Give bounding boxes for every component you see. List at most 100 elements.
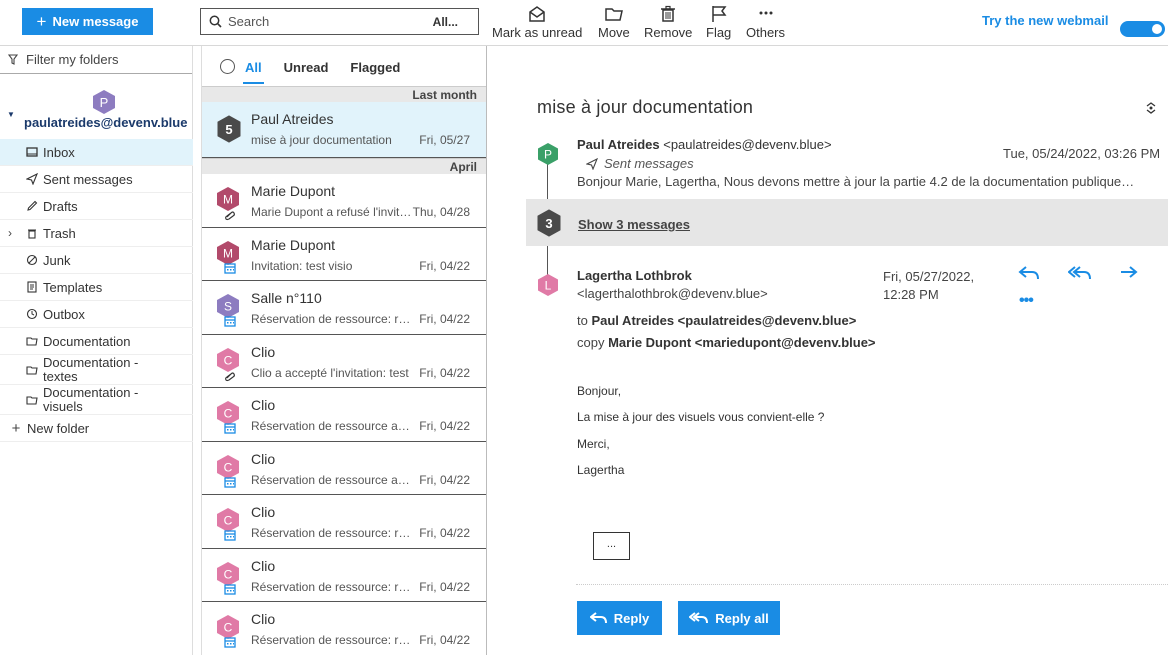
select-all-checkbox[interactable] bbox=[220, 58, 235, 74]
flag-button[interactable]: Flag bbox=[706, 4, 731, 40]
move-label: Move bbox=[598, 25, 630, 40]
group-header: April bbox=[202, 158, 486, 174]
reply-all-button[interactable]: Reply all bbox=[678, 601, 780, 635]
folder-label: Junk bbox=[43, 252, 71, 268]
reply-all-label: Reply all bbox=[715, 610, 769, 626]
new-message-label: New message bbox=[52, 14, 139, 29]
reply-icon[interactable] bbox=[1018, 264, 1040, 282]
others-button[interactable]: Others bbox=[746, 4, 785, 40]
folder-drafts[interactable]: Drafts bbox=[0, 193, 193, 220]
flag-icon bbox=[711, 6, 727, 22]
collapsed-count-badge: 3 bbox=[537, 209, 561, 237]
sender-name[interactable]: Lagertha Lothbrok bbox=[577, 268, 692, 283]
message-sender: Marie Dupont bbox=[251, 236, 336, 253]
new-message-button[interactable]: + New message bbox=[22, 8, 153, 35]
folder-documentation[interactable]: Documentation bbox=[0, 328, 193, 355]
conversation-row-selected[interactable]: 5 Paul Atreides mise à jour documentatio… bbox=[202, 102, 486, 158]
folder-documentation-textes[interactable]: Documentation - textes bbox=[0, 355, 193, 385]
account-collapse-caret[interactable]: ▼ bbox=[7, 110, 15, 119]
reading-pane: mise à jour documentation P Paul Atreide… bbox=[488, 46, 1168, 655]
folder-templates[interactable]: Templates bbox=[0, 274, 193, 301]
folder-junk[interactable]: Junk bbox=[0, 247, 193, 274]
message-date: Fri, 04/22 bbox=[416, 579, 470, 594]
sender-initial: C bbox=[224, 567, 233, 581]
clock-icon bbox=[26, 308, 38, 320]
message-row[interactable]: C Clio Réservation de ressource: réunionFr… bbox=[202, 495, 486, 549]
cc-value[interactable]: Marie Dupont <mariedupont@devenv.blue> bbox=[608, 335, 875, 350]
more-actions-icon[interactable]: ••• bbox=[1019, 292, 1034, 310]
toggle-knob bbox=[1152, 24, 1162, 34]
search-box[interactable]: All... bbox=[200, 8, 479, 35]
folder-inbox[interactable]: Inbox bbox=[0, 139, 193, 166]
message-row[interactable]: C Clio Réservation de ressource: réunionFr… bbox=[202, 602, 486, 655]
message-header-from[interactable]: Paul Atreides <paulatreides@devenv.blue> bbox=[577, 137, 832, 152]
message-row[interactable]: C Clio Réservation de ressource acceptéeFr… bbox=[202, 441, 486, 495]
message-rows: M Marie Dupont Marie Dupont a refusé l'inv… bbox=[202, 174, 486, 655]
tab-flagged[interactable]: Flagged bbox=[350, 58, 400, 75]
message-row[interactable]: C Clio Clio a accepté l'invitation: test Fr… bbox=[202, 334, 486, 388]
folder-sent[interactable]: Sent messages bbox=[0, 166, 193, 193]
sender-initial: C bbox=[224, 514, 233, 528]
reply-button[interactable]: Reply bbox=[577, 601, 662, 635]
trash-icon bbox=[661, 5, 676, 22]
others-label: Others bbox=[746, 25, 786, 40]
tab-all[interactable]: All bbox=[243, 58, 264, 84]
reply-all-icon[interactable] bbox=[1068, 264, 1092, 282]
search-input[interactable] bbox=[228, 14, 418, 29]
calendar-icon bbox=[224, 583, 236, 595]
sender-initial: C bbox=[224, 460, 233, 474]
folder-label: Trash bbox=[43, 225, 76, 241]
account-email[interactable]: paulatreides@devenv.blue bbox=[24, 115, 187, 130]
body-line: Bonjour, bbox=[577, 384, 622, 398]
message-row[interactable]: C Clio Réservation de ressource: réunionFr… bbox=[202, 548, 486, 602]
message-date: Fri, 04/22 bbox=[416, 633, 470, 647]
collapsed-messages-bar[interactable]: 3 Show 3 messages bbox=[526, 199, 1168, 246]
show-messages-link[interactable]: Show 3 messages bbox=[578, 217, 690, 232]
message-row[interactable]: S Salle n°110 Réservation de ressource: ré… bbox=[202, 281, 486, 335]
mark-unread-button[interactable]: Mark as unread bbox=[492, 4, 582, 40]
message-sender: Marie Dupont bbox=[251, 183, 336, 199]
folder-trash[interactable]: › Trash bbox=[0, 220, 193, 247]
message-sender: Clio bbox=[251, 450, 276, 467]
message-date: Fri, 04/22 bbox=[416, 472, 470, 487]
sender-initial: P bbox=[544, 148, 552, 162]
message-date: Thu, 04/28 bbox=[409, 205, 470, 219]
forward-icon[interactable] bbox=[1119, 264, 1139, 282]
reply-icon bbox=[589, 612, 607, 624]
remove-button[interactable]: Remove bbox=[644, 4, 692, 40]
message-date: Fri, 05/27 bbox=[416, 133, 470, 147]
account-initial: P bbox=[100, 95, 109, 110]
folder-label: Templates bbox=[43, 279, 103, 295]
search-scope-dropdown[interactable]: All... bbox=[433, 15, 458, 29]
folder-documentation-visuels[interactable]: Documentation - visuels bbox=[0, 385, 193, 415]
tab-unread[interactable]: Unread bbox=[284, 58, 329, 75]
message-date: Fri, 05/27/2022, 12:28 PM bbox=[883, 269, 975, 302]
sender-email[interactable]: <lagerthalothbrok@devenv.blue> bbox=[577, 286, 768, 301]
sender-initial: C bbox=[224, 407, 233, 421]
message-date: Tue, 05/24/2022, 03:26 PM bbox=[1003, 146, 1161, 161]
collapsed-count: 3 bbox=[545, 216, 552, 231]
message-sender: Salle n°110 bbox=[251, 290, 322, 306]
new-folder-button[interactable]: + New folder bbox=[0, 415, 193, 442]
move-button[interactable]: Move bbox=[598, 4, 630, 40]
account-avatar: P bbox=[93, 90, 115, 114]
sender-initial: M bbox=[223, 193, 233, 207]
folder-list: Inbox Sent messages Drafts › Trash Junk … bbox=[0, 139, 193, 442]
expand-collapse-icon[interactable] bbox=[1144, 101, 1158, 115]
message-row[interactable]: M Marie Dupont Marie Dupont a refusé l'inv… bbox=[202, 174, 486, 228]
to-value[interactable]: Paul Atreides <paulatreides@devenv.blue> bbox=[591, 313, 856, 328]
message-row[interactable]: M Marie Dupont Invitation: test visio Fri, … bbox=[202, 227, 486, 281]
body-line: La mise à jour des visuels vous convient… bbox=[577, 410, 825, 424]
show-quoted-text-button[interactable]: ... bbox=[593, 532, 630, 560]
folder-outbox[interactable]: Outbox bbox=[0, 301, 193, 328]
filter-folders[interactable]: Filter my folders bbox=[0, 46, 192, 74]
chevron-right-icon[interactable]: › bbox=[8, 226, 12, 240]
inbox-icon bbox=[26, 147, 38, 157]
message-preview[interactable]: Bonjour Marie, Lagertha, Nous devons met… bbox=[577, 174, 1161, 189]
calendar-icon bbox=[224, 316, 236, 327]
try-new-webmail-link[interactable]: Try the new webmail bbox=[982, 13, 1108, 28]
message-row[interactable]: C Clio Réservation de ressource acceptéeFr… bbox=[202, 388, 486, 442]
calendar-icon bbox=[224, 476, 236, 488]
new-webmail-toggle[interactable] bbox=[1120, 21, 1165, 37]
new-folder-label: New folder bbox=[27, 420, 90, 436]
